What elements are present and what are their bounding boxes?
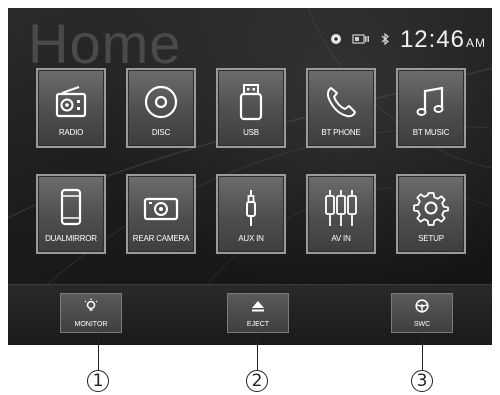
usb-icon — [218, 80, 284, 124]
steering-wheel-icon — [392, 297, 452, 315]
clock-ampm: AM — [466, 35, 486, 50]
tile-label-rear-camera: REAR CAMERA — [132, 234, 190, 243]
status-bar: 12:46AM — [330, 26, 486, 56]
callout-2: 2 — [246, 370, 268, 392]
monitor-button[interactable]: MONITOR — [60, 293, 122, 333]
swc-label: SWC — [413, 321, 431, 328]
bt-music-tile[interactable]: BT MUSIC — [396, 68, 466, 148]
rear-camera-tile[interactable]: REAR CAMERA — [126, 174, 196, 254]
usb-tile[interactable]: USB — [216, 68, 286, 148]
bt-phone-tile[interactable]: BT PHONE — [306, 68, 376, 148]
callout-line-3 — [422, 335, 423, 370]
callout-line-1 — [98, 335, 99, 370]
camera-icon — [128, 186, 194, 230]
page-title: Home — [28, 12, 182, 75]
dualmirror-tile[interactable]: DUALMIRROR — [36, 174, 106, 254]
eject-label: EJECT — [246, 321, 270, 328]
clock-time: 12:46 — [399, 25, 465, 53]
head-unit-screen: Home 12:46AM RADIO DISC USB BT PHONE BT … — [8, 8, 492, 345]
av-in-tile[interactable]: AV IN — [306, 174, 376, 254]
swc-button[interactable]: SWC — [391, 293, 453, 333]
disc-status-icon — [330, 32, 342, 50]
tile-label-radio: RADIO — [58, 128, 84, 137]
tile-label-setup: SETUP — [418, 234, 444, 243]
smartphone-icon — [38, 186, 104, 230]
tile-label-usb: USB — [243, 128, 259, 137]
monitor-label: MONITOR — [74, 321, 108, 328]
tile-label-bt-phone: BT PHONE — [321, 128, 361, 137]
eject-icon — [228, 297, 288, 315]
tile-label-dualmirror: DUALMIRROR — [45, 234, 97, 243]
callout-line-2 — [257, 335, 258, 370]
music-note-icon — [398, 80, 464, 124]
disc-icon — [128, 80, 194, 124]
tile-label-bt-music: BT MUSIC — [412, 128, 450, 137]
aux-in-tile[interactable]: AUX IN — [216, 174, 286, 254]
tile-label-av-in: AV IN — [331, 234, 351, 243]
bottom-bar: MONITOR EJECT SWC — [8, 284, 492, 345]
rca-plugs-icon — [308, 186, 374, 230]
callout-1: 1 — [87, 370, 109, 392]
setup-tile[interactable]: SETUP — [396, 174, 466, 254]
tile-label-aux-in: AUX IN — [238, 234, 264, 243]
phone-icon — [308, 80, 374, 124]
radio-tile[interactable]: RADIO — [36, 68, 106, 148]
clock: 12:46AM — [400, 26, 486, 57]
gear-icon — [398, 186, 464, 230]
card-status-icon — [352, 32, 370, 50]
bluetooth-icon — [380, 32, 390, 51]
aux-jack-icon — [218, 186, 284, 230]
radio-icon — [38, 80, 104, 124]
callout-3: 3 — [411, 370, 433, 392]
disc-tile[interactable]: DISC — [126, 68, 196, 148]
tile-label-disc: DISC — [151, 128, 171, 137]
monitor-off-icon — [61, 297, 121, 315]
eject-button[interactable]: EJECT — [227, 293, 289, 333]
